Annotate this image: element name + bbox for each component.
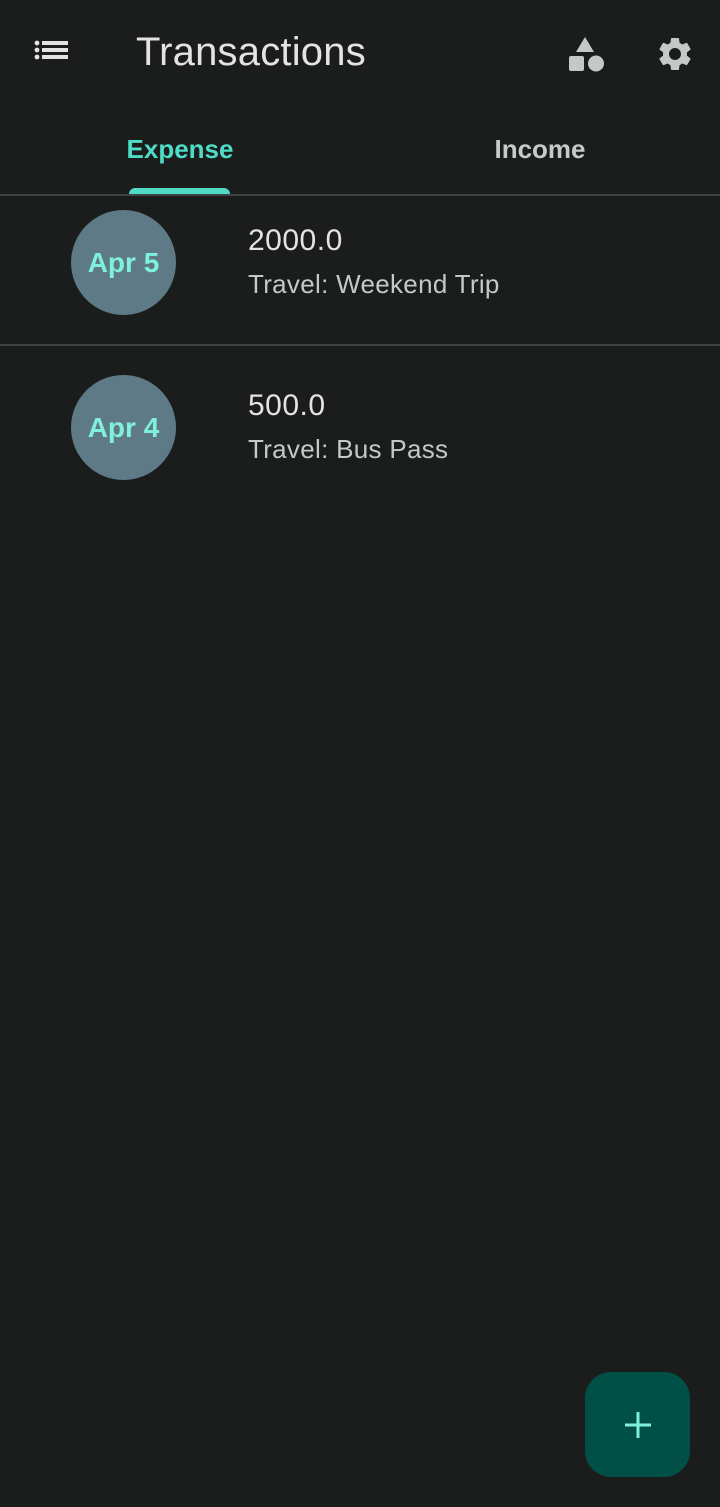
category-shapes-icon	[569, 37, 604, 72]
settings-button[interactable]	[649, 28, 701, 80]
tab-bar: Expense Income	[0, 104, 720, 196]
date-avatar: Apr 4	[71, 375, 176, 480]
transaction-description: Travel: Bus Pass	[248, 434, 449, 464]
transaction-row[interactable]: Apr 4 500.0 Travel: Bus Pass	[0, 346, 720, 494]
gear-icon	[659, 37, 691, 70]
tab-indicator	[129, 188, 230, 194]
page-title: Transactions	[136, 30, 366, 74]
menu-button[interactable]	[28, 30, 76, 74]
transaction-amount: 500.0	[248, 389, 326, 422]
tab-expense[interactable]: Expense	[0, 104, 360, 194]
date-avatar: Apr 5	[71, 210, 176, 315]
app-bar: Transactions	[0, 0, 720, 104]
transaction-row[interactable]: Apr 5 2000.0 Travel: Weekend Trip	[0, 196, 720, 344]
categories-button[interactable]	[560, 28, 612, 80]
add-transaction-button[interactable]	[585, 1372, 690, 1477]
tab-income[interactable]: Income	[360, 104, 720, 194]
transaction-list: Apr 5 2000.0 Travel: Weekend Trip Apr 4 …	[0, 196, 720, 494]
transaction-amount: 2000.0	[248, 224, 343, 257]
list-icon	[34, 40, 68, 60]
transaction-description: Travel: Weekend Trip	[248, 269, 500, 299]
plus-icon	[624, 1411, 651, 1438]
